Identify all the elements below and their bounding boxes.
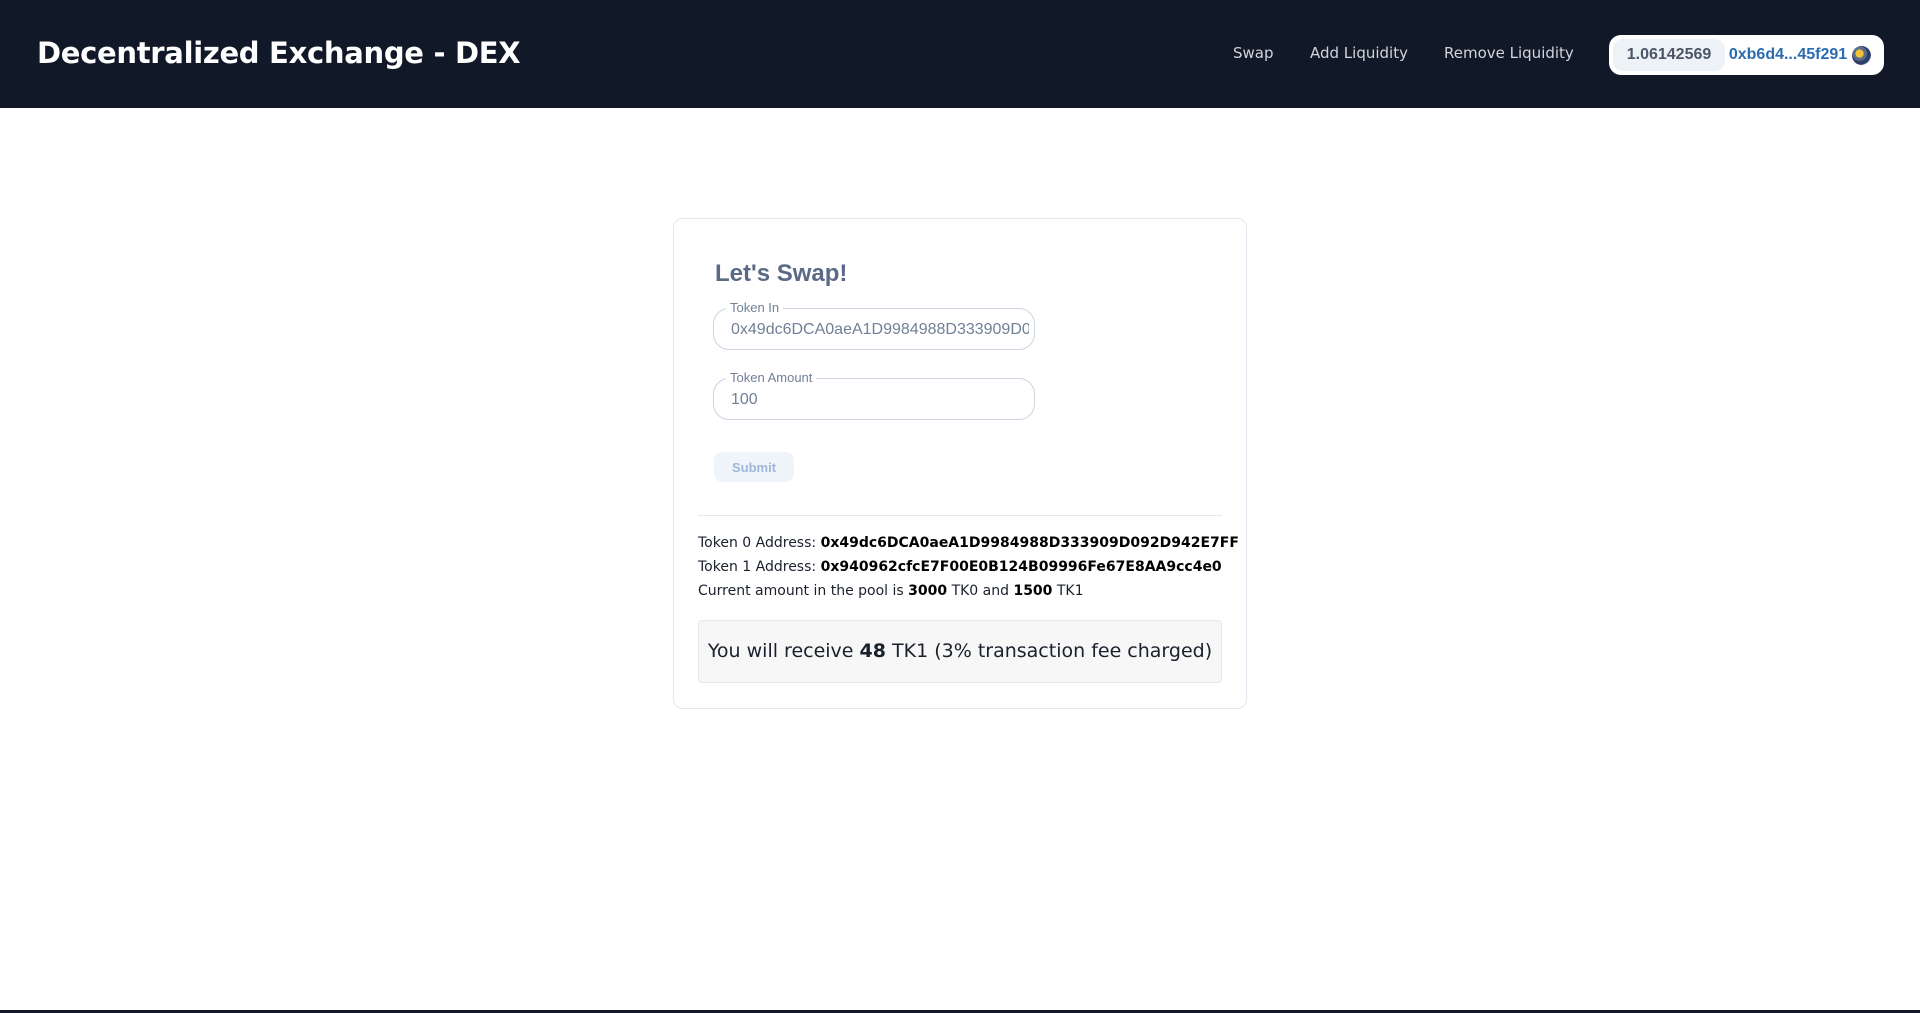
result-suffix: TK1 (3% transaction fee charged) <box>892 640 1213 662</box>
token-amount-label: Token Amount <box>726 370 817 385</box>
token1-address-value: 0x940962cfcE7F00E0B124B09996Fe67E8AA9cc4… <box>820 559 1222 575</box>
wallet-balance: 1.06142569 <box>1613 39 1725 71</box>
token1-pool-amount: 1500 <box>1013 583 1053 599</box>
token0-address-line: Token 0 Address: 0x49dc6DCA0aeA1D9984988… <box>698 535 1239 551</box>
token0-address-label: Token 0 Address: <box>698 535 817 551</box>
token0-pool-amount: 3000 <box>908 583 948 599</box>
identicon-avatar-icon <box>1852 46 1871 65</box>
nav-add-liquidity-link[interactable]: Add Liquidity <box>1310 44 1408 62</box>
app-title: Decentralized Exchange - DEX <box>37 36 521 70</box>
nav-swap-link[interactable]: Swap <box>1233 44 1274 62</box>
token0-address-value: 0x49dc6DCA0aeA1D9984988D333909D092D942E7… <box>820 535 1239 551</box>
top-navbar: Decentralized Exchange - DEX Swap Add Li… <box>0 0 1920 108</box>
pool-amount-line: Current amount in the pool is 3000 TK0 a… <box>698 583 1084 599</box>
token-in-input[interactable] <box>731 319 1029 341</box>
section-divider <box>698 515 1222 516</box>
and-text: and <box>982 583 1009 599</box>
token1-address-label: Token 1 Address: <box>698 559 817 575</box>
result-amount: 48 <box>859 640 886 662</box>
submit-button[interactable]: Submit <box>714 452 794 482</box>
wallet-address-button[interactable]: 0xb6d4...45f291 <box>1726 35 1850 75</box>
swap-title: Let's Swap! <box>715 260 848 287</box>
token0-symbol: TK0 <box>951 583 979 599</box>
token-amount-field[interactable]: Token Amount <box>713 370 1035 420</box>
nav-remove-liquidity-link[interactable]: Remove Liquidity <box>1444 44 1574 62</box>
swap-result-box: You will receive 48 TK1 (3% transaction … <box>698 620 1222 683</box>
token1-address-line: Token 1 Address: 0x940962cfcE7F00E0B124B… <box>698 559 1222 575</box>
token-in-field[interactable]: Token In <box>713 300 1035 350</box>
wallet-widget[interactable]: 1.06142569 0xb6d4...45f291 <box>1609 35 1884 75</box>
token-amount-input[interactable] <box>731 389 1029 411</box>
token-in-label: Token In <box>726 300 784 315</box>
token1-symbol: TK1 <box>1056 583 1084 599</box>
pool-amount-prefix: Current amount in the pool is <box>698 583 904 599</box>
result-prefix: You will receive <box>707 640 854 662</box>
